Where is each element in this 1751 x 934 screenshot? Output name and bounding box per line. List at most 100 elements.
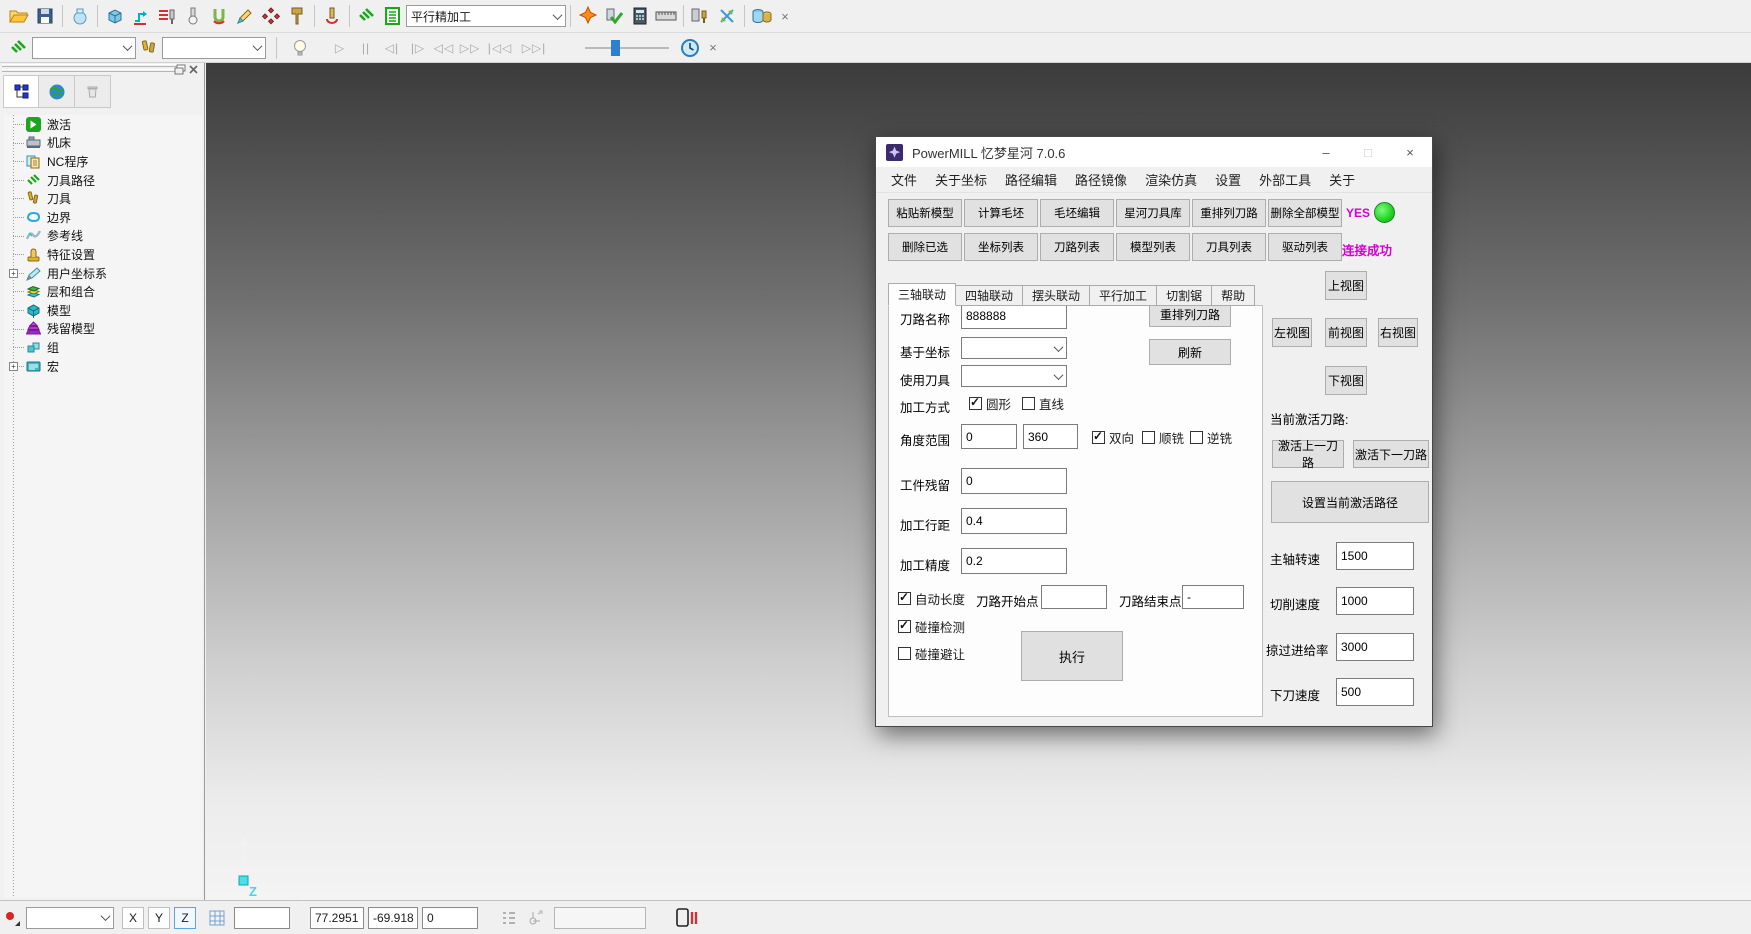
- slider-thumb[interactable]: [611, 40, 620, 56]
- play-icon[interactable]: ▷: [327, 41, 353, 55]
- axis-z-button[interactable]: Z: [174, 907, 196, 929]
- auto-length-checkbox[interactable]: [898, 592, 911, 605]
- minimize-button[interactable]: –: [1306, 137, 1346, 167]
- circle-checkbox[interactable]: [969, 397, 982, 410]
- toolpath-sim-icon[interactable]: [6, 35, 32, 61]
- model-list-button[interactable]: 模型列表: [1116, 233, 1190, 261]
- edit-stock-button[interactable]: 毛坯编辑: [1040, 199, 1114, 227]
- panel-close-icon[interactable]: [188, 64, 200, 75]
- tab-explorer-tree[interactable]: [3, 75, 39, 108]
- tree-item-macros[interactable]: +宏: [4, 357, 202, 376]
- end-point-input[interactable]: [1182, 585, 1244, 609]
- toolpaths-icon[interactable]: [354, 3, 380, 29]
- tree-item-stock-model[interactable]: 残留模型: [4, 320, 202, 339]
- measure-ruler-icon[interactable]: [653, 3, 679, 29]
- boundary-edit-icon[interactable]: [232, 3, 258, 29]
- tree-item-models[interactable]: 模型: [4, 301, 202, 320]
- tap-tool-icon[interactable]: [319, 3, 345, 29]
- tree-item-tools[interactable]: 刀具: [4, 189, 202, 208]
- tab-swivel-head[interactable]: 摆头联动: [1023, 285, 1090, 306]
- view-front-button[interactable]: 前视图: [1325, 318, 1367, 347]
- menu-path-edit[interactable]: 路径编辑: [996, 170, 1066, 189]
- refresh-button[interactable]: 刷新: [1149, 339, 1231, 365]
- calculator-icon[interactable]: [627, 3, 653, 29]
- marker-dropdown-icon[interactable]: [0, 905, 26, 931]
- clock-icon[interactable]: [677, 35, 703, 61]
- block-icon[interactable]: [102, 3, 128, 29]
- grid-toggle-icon[interactable]: [204, 905, 230, 931]
- nc-program-icon[interactable]: [154, 3, 180, 29]
- drive-list-button[interactable]: 驱动列表: [1268, 233, 1342, 261]
- search-back-icon[interactable]: ◁◁: [431, 41, 457, 55]
- tool-check-icon[interactable]: [601, 3, 627, 29]
- print-preview-icon[interactable]: [67, 3, 93, 29]
- expand-toggle[interactable]: +: [9, 269, 18, 278]
- tab-help[interactable]: 帮助: [1212, 285, 1255, 306]
- stock-model-pair-icon[interactable]: [749, 3, 775, 29]
- go-to-end-icon[interactable]: ▷▷|: [517, 41, 551, 55]
- tool-ball-icon[interactable]: [180, 3, 206, 29]
- tree-item-feature-set[interactable]: 特征设置: [4, 245, 202, 264]
- tree-item-nc-program[interactable]: NC程序: [4, 152, 202, 171]
- collision-avoid-checkbox[interactable]: [898, 647, 911, 660]
- toolpath-verify-icon[interactable]: [575, 3, 601, 29]
- rearrange-toolpaths-button[interactable]: 重排列刀路: [1192, 199, 1266, 227]
- tab-explorer-globe[interactable]: [39, 75, 75, 108]
- menu-path-mirror[interactable]: 路径镜像: [1066, 170, 1136, 189]
- coord-list-button[interactable]: 坐标列表: [964, 233, 1038, 261]
- angle-from-input[interactable]: [961, 424, 1017, 449]
- execute-button[interactable]: 执行: [1021, 631, 1123, 681]
- panel-grip[interactable]: [2, 69, 178, 72]
- view-top-button[interactable]: 上视图: [1325, 271, 1367, 300]
- calc-stock-button[interactable]: 计算毛坯: [964, 199, 1038, 227]
- menu-coords[interactable]: 关于坐标: [926, 170, 996, 189]
- conventional-checkbox[interactable]: [1190, 431, 1203, 444]
- tree-item-boundary[interactable]: 边界: [4, 208, 202, 227]
- tool-holder-icon[interactable]: [284, 3, 310, 29]
- step-back-icon[interactable]: ◁|: [379, 41, 405, 55]
- save-project-icon[interactable]: [32, 3, 58, 29]
- tab-3axis[interactable]: 三轴联动: [888, 283, 956, 306]
- pause-icon[interactable]: ||: [353, 41, 379, 55]
- menu-file[interactable]: 文件: [882, 170, 926, 189]
- maximize-button[interactable]: □: [1348, 137, 1388, 167]
- start-point-input[interactable]: [1041, 585, 1107, 609]
- line-checkbox[interactable]: [1022, 397, 1035, 410]
- menu-render-sim[interactable]: 渲染仿真: [1136, 170, 1206, 189]
- transform-icon[interactable]: [714, 3, 740, 29]
- panel-float-icon[interactable]: [174, 64, 186, 75]
- pattern-icon[interactable]: [258, 3, 284, 29]
- strategy-combobox[interactable]: 平行精加工: [406, 5, 566, 27]
- delete-selected-button[interactable]: 删除已选: [888, 233, 962, 261]
- open-project-icon[interactable]: [6, 3, 32, 29]
- menu-about[interactable]: 关于: [1320, 170, 1364, 189]
- tool-combobox-dialog[interactable]: [961, 365, 1067, 387]
- axis-y-button[interactable]: Y: [148, 907, 170, 929]
- coord-combobox[interactable]: [961, 337, 1067, 359]
- prev-toolpath-button[interactable]: 激活上一刀路: [1272, 440, 1344, 468]
- search-forward-icon[interactable]: ▷▷: [457, 41, 483, 55]
- next-toolpath-button[interactable]: 激活下一刀路: [1353, 440, 1429, 468]
- set-active-path-button[interactable]: 设置当前激活路径: [1271, 481, 1429, 523]
- view-right-button[interactable]: 右视图: [1378, 318, 1418, 347]
- toolpath-list-button[interactable]: 刀路列表: [1040, 233, 1114, 261]
- go-to-start-icon[interactable]: |◁◁: [483, 41, 517, 55]
- tree-item-groups[interactable]: 组: [4, 338, 202, 357]
- toolbar-close-icon[interactable]: ×: [775, 9, 795, 24]
- delete-all-models-button[interactable]: 删除全部模型: [1268, 199, 1342, 227]
- tool-database-icon[interactable]: [688, 3, 714, 29]
- collision-detect-checkbox[interactable]: [898, 620, 911, 633]
- tool-combobox[interactable]: [162, 37, 266, 59]
- tree-item-workplanes[interactable]: +用户坐标系: [4, 264, 202, 283]
- view-bottom-button[interactable]: 下视图: [1325, 366, 1367, 395]
- tree-item-toolpaths[interactable]: 刀具路径: [4, 171, 202, 190]
- tools-sim-icon[interactable]: [136, 35, 162, 61]
- toolpath-combobox[interactable]: [32, 37, 136, 59]
- workplane-combobox[interactable]: [26, 907, 114, 929]
- menu-external-tools[interactable]: 外部工具: [1250, 170, 1320, 189]
- angle-to-input[interactable]: [1023, 424, 1078, 449]
- tab-explorer-trash[interactable]: [75, 75, 111, 108]
- climb-checkbox[interactable]: [1142, 431, 1155, 444]
- tree-item-activate[interactable]: 激活: [4, 115, 202, 134]
- toolpath-strategy-icon[interactable]: [128, 3, 154, 29]
